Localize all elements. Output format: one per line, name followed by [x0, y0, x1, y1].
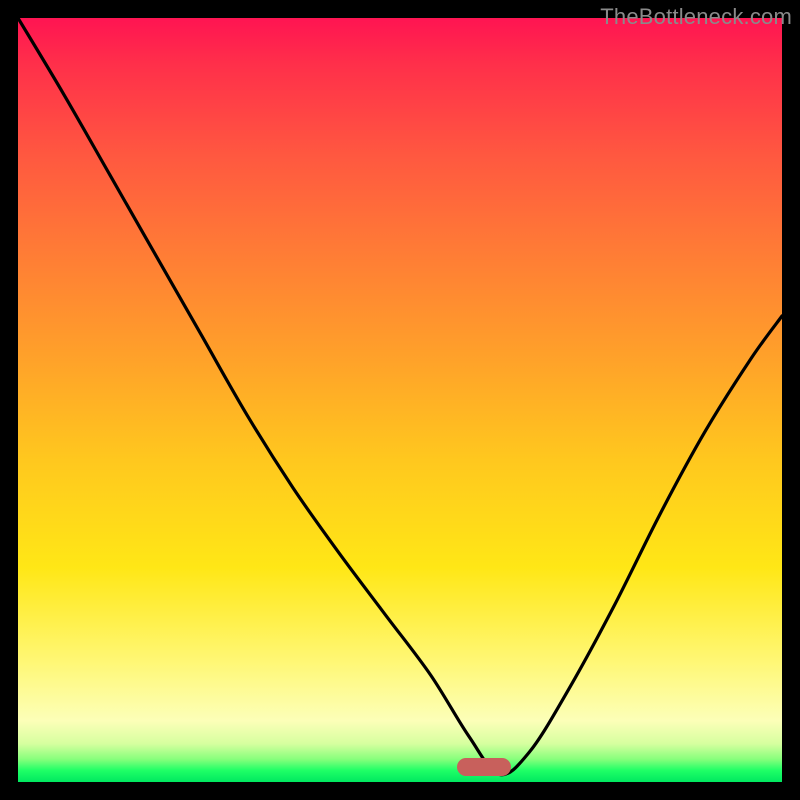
plot-area	[18, 18, 782, 782]
chart-stage: TheBottleneck.com	[0, 0, 800, 800]
bottleneck-curve	[18, 18, 782, 782]
watermark-text: TheBottleneck.com	[600, 4, 792, 30]
optimal-marker	[457, 758, 511, 776]
